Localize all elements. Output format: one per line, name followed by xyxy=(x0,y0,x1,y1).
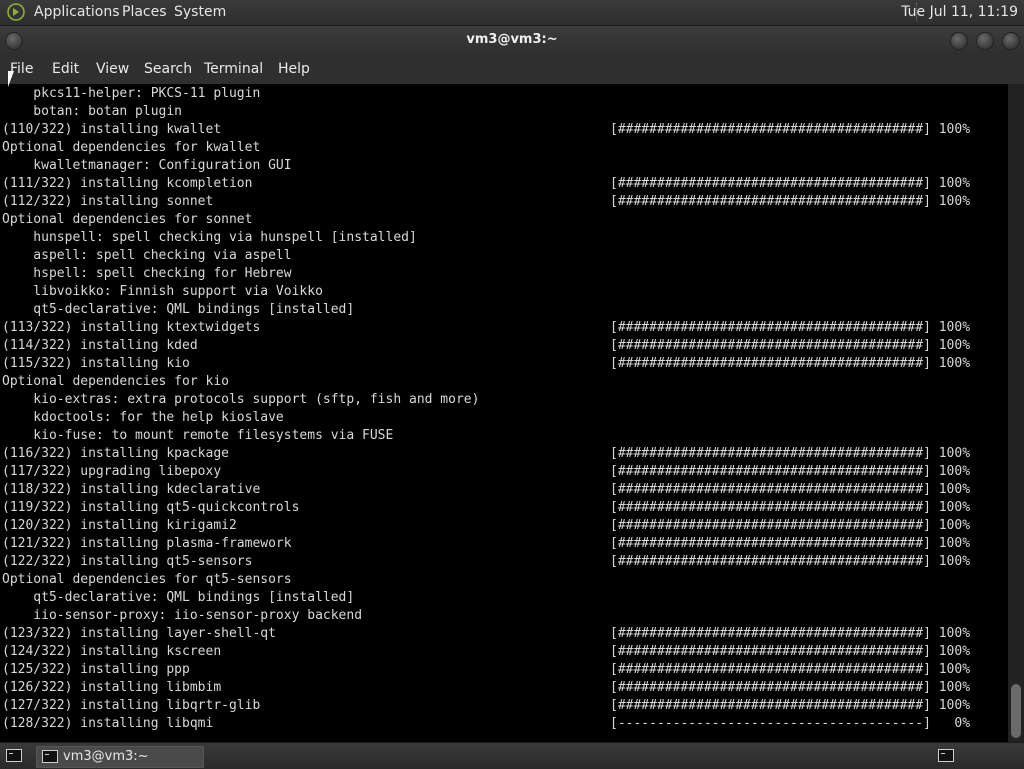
progress-bar-text: [#######################################… xyxy=(610,500,971,515)
progress-bar-text: [#######################################… xyxy=(610,626,971,641)
progress-bar-text: [#######################################… xyxy=(610,320,971,335)
terminal-line: Optional dependencies for kwallet xyxy=(2,140,261,155)
taskbar-window-button[interactable]: vm3@vm3:~ xyxy=(36,746,204,768)
show-desktop-icon[interactable] xyxy=(6,749,22,762)
terminal-line: aspell: spell checking via aspell xyxy=(2,248,292,263)
terminal-line: (114/322) installing kded xyxy=(2,338,198,353)
bottom-panel: vm3@vm3:~ xyxy=(0,742,1024,769)
scrollbar-thumb[interactable] xyxy=(1011,684,1021,738)
clock[interactable]: Tue Jul 11, 11:19 xyxy=(901,4,1018,20)
progress-bar-text: [#######################################… xyxy=(610,680,971,695)
terminal-line: hspell: spell checking for Hebrew xyxy=(2,266,292,281)
terminal-line: kio-fuse: to mount remote filesystems vi… xyxy=(2,428,394,443)
terminal-line: qt5-declarative: QML bindings [installed… xyxy=(2,590,355,605)
terminal-line: (117/322) upgrading libepoxy xyxy=(2,464,222,479)
terminal-line: (118/322) installing kdeclarative xyxy=(2,482,261,497)
workspace-switcher-icon[interactable] xyxy=(938,749,954,762)
terminal-icon xyxy=(42,750,58,763)
terminal-line: libvoikko: Finnish support via Voikko xyxy=(2,284,323,299)
terminal-line: (112/322) installing sonnet xyxy=(2,194,214,209)
progress-bar-text: [#######################################… xyxy=(610,518,971,533)
progress-bar-text: [#######################################… xyxy=(610,446,971,461)
distro-logo-icon[interactable] xyxy=(7,3,25,21)
terminal-line: qt5-declarative: QML bindings [installed… xyxy=(2,302,355,317)
terminal-line: (128/322) installing libqmi xyxy=(2,716,214,731)
terminal-line: (124/322) installing kscreen xyxy=(2,644,222,659)
minimize-icon[interactable] xyxy=(950,32,968,50)
terminal-line: (127/322) installing libqrtr-glib xyxy=(2,698,261,713)
terminal-scrollbar[interactable] xyxy=(1008,84,1024,742)
progress-bar-text: [#######################################… xyxy=(610,356,971,371)
terminal-line: (121/322) installing plasma-framework xyxy=(2,536,292,551)
terminal-line: (126/322) installing libmbim xyxy=(2,680,222,695)
progress-bar-text: [#######################################… xyxy=(610,464,971,479)
terminal-line: (115/322) installing kio xyxy=(2,356,190,371)
top-panel: Applications Places System Tue Jul 11, 1… xyxy=(0,0,1024,26)
progress-bar-text: [#######################################… xyxy=(610,482,971,497)
terminal-line: (113/322) installing ktextwidgets xyxy=(2,320,261,335)
progress-bar-text: [#######################################… xyxy=(610,698,971,713)
terminal-line: (122/322) installing qt5-sensors xyxy=(2,554,253,569)
progress-bar-text: [---------------------------------------… xyxy=(610,716,971,731)
taskbar-window-label: vm3@vm3:~ xyxy=(63,749,149,764)
terminal-line: (120/322) installing kirigami2 xyxy=(2,518,237,533)
progress-bar-text: [#######################################… xyxy=(610,122,971,137)
window-titlebar[interactable]: vm3@vm3:~ xyxy=(0,26,1024,54)
terminal-line: Optional dependencies for sonnet xyxy=(2,212,253,227)
close-icon[interactable] xyxy=(1002,32,1020,50)
progress-bar-text: [#######################################… xyxy=(610,536,971,551)
menu-edit[interactable]: Edit xyxy=(52,61,79,77)
applications-menu[interactable]: Applications xyxy=(34,4,120,20)
progress-bar-text: [#######################################… xyxy=(610,554,971,569)
progress-bar-text: [#######################################… xyxy=(610,194,971,209)
terminal-line: botan: botan plugin xyxy=(2,104,183,119)
menu-help[interactable]: Help xyxy=(278,61,310,77)
terminal-line: iio-sensor-proxy: iio-sensor-proxy backe… xyxy=(2,608,363,623)
window-title: vm3@vm3:~ xyxy=(466,32,558,47)
progress-bar-text: [#######################################… xyxy=(610,662,971,677)
terminal-line: (125/322) installing ppp xyxy=(2,662,190,677)
system-menu[interactable]: System xyxy=(174,4,226,20)
menu-search[interactable]: Search xyxy=(144,61,192,77)
places-menu[interactable]: Places xyxy=(122,4,167,20)
terminal-output[interactable]: pkcs11-helper: PKCS-11 plugin botan: bot… xyxy=(0,84,1008,742)
progress-bar-text: [#######################################… xyxy=(610,176,971,191)
terminal-line: kdoctools: for the help kioslave xyxy=(2,410,284,425)
maximize-icon[interactable] xyxy=(976,32,994,50)
terminal-menubar: File Edit View Search Terminal Help xyxy=(0,54,1024,84)
terminal-line: Optional dependencies for qt5-sensors xyxy=(2,572,292,587)
terminal-line: kwalletmanager: Configuration GUI xyxy=(2,158,292,173)
menu-terminal[interactable]: Terminal xyxy=(204,61,263,77)
terminal-line: Optional dependencies for kio xyxy=(2,374,229,389)
progress-bar-text: [#######################################… xyxy=(610,338,971,353)
mouse-cursor-icon xyxy=(8,71,14,87)
terminal-line: (119/322) installing qt5-quickcontrols xyxy=(2,500,300,515)
terminal-line: (110/322) installing kwallet xyxy=(2,122,222,137)
terminal-line: (123/322) installing layer-shell-qt xyxy=(2,626,276,641)
menu-view[interactable]: View xyxy=(96,61,129,77)
progress-bar-text: [#######################################… xyxy=(610,644,971,659)
terminal-line: hunspell: spell checking via hunspell [i… xyxy=(2,230,417,245)
terminal-line: kio-extras: extra protocols support (sft… xyxy=(2,392,480,407)
terminal-line: (116/322) installing kpackage xyxy=(2,446,229,461)
terminal-line: pkcs11-helper: PKCS-11 plugin xyxy=(2,86,261,101)
terminal-line: (111/322) installing kcompletion xyxy=(2,176,253,191)
